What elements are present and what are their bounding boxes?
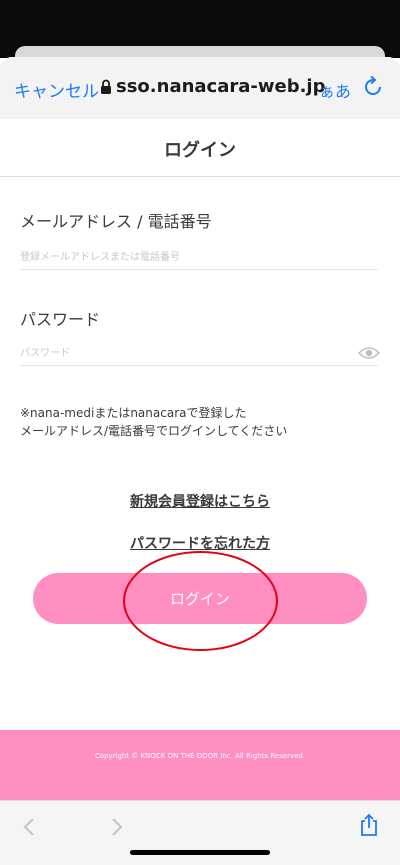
share-icon[interactable] (357, 813, 381, 837)
reload-icon[interactable] (361, 75, 385, 99)
copyright-text: Copyright © KNOCK ON THE DOOR Inc. All R… (94, 752, 306, 760)
annotation-circle (123, 551, 278, 651)
login-note: ※nana-mediまたはnanacaraで登録した メールアドレス/電話番号で… (20, 404, 287, 440)
note-line-2: メールアドレス/電話番号でログインしてください (20, 424, 288, 438)
email-field[interactable] (20, 245, 378, 270)
page-header: ログイン (0, 119, 400, 177)
password-field[interactable] (20, 341, 378, 366)
url-field[interactable]: sso.nanacara-web.jp (116, 76, 325, 97)
note-line-1: ※nana-mediまたはnanacaraで登録した (20, 406, 247, 420)
cancel-button[interactable]: キャンセル (14, 77, 99, 102)
forgot-password-link[interactable]: パスワードを忘れた方 (0, 533, 400, 553)
password-label: パスワード (20, 310, 101, 329)
back-icon[interactable] (18, 815, 42, 839)
text-size-button[interactable]: ぁあ (319, 78, 351, 102)
footer: Copyright © KNOCK ON THE DOOR Inc. All R… (0, 730, 400, 800)
lock-icon (101, 79, 111, 94)
show-password-icon[interactable] (358, 346, 380, 360)
register-link[interactable]: 新規会員登録はこちら (0, 491, 400, 511)
home-indicator (130, 850, 270, 855)
browser-bottom-bar (0, 800, 400, 865)
forward-icon[interactable] (104, 815, 128, 839)
email-label: メールアドレス / 電話番号 (20, 212, 212, 231)
browser-sheet: キャンセル sso.nanacara-web.jp ぁあ ログイン メールアドレ… (0, 57, 400, 865)
page-title: ログイン (164, 140, 236, 161)
browser-toolbar: キャンセル sso.nanacara-web.jp ぁあ (0, 57, 400, 120)
